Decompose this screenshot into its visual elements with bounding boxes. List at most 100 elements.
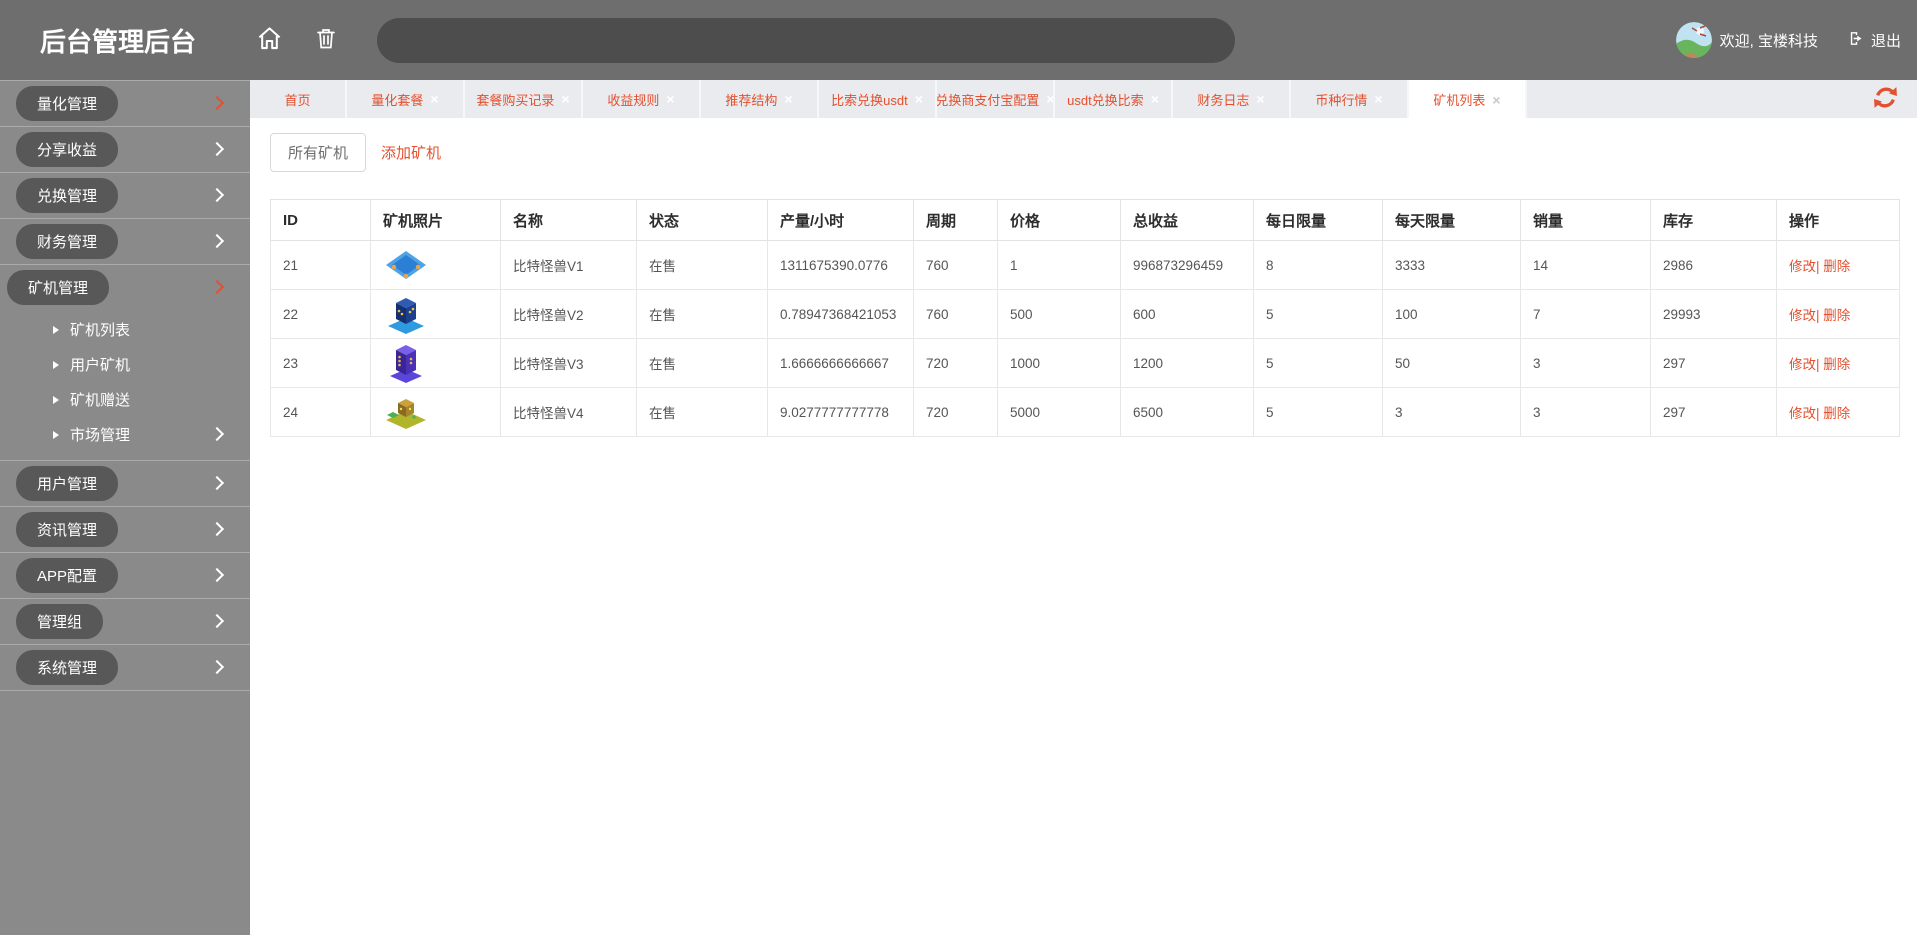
sidebar-item: 分享收益 xyxy=(0,126,250,172)
tab-item[interactable]: 财务日志 × xyxy=(1173,80,1291,118)
trash-button[interactable] xyxy=(315,26,337,54)
sidebar-item: 用户管理 xyxy=(0,460,250,506)
tab-item[interactable]: 推荐结构 × xyxy=(701,80,819,118)
column-header: 名称 xyxy=(500,199,637,241)
subtab-item[interactable]: 添加矿机 xyxy=(381,134,441,171)
sidebar-item-row[interactable]: 系统管理 xyxy=(0,645,250,690)
sidebar-item-label: 财务管理 xyxy=(16,224,119,259)
tab-item[interactable]: 首页 xyxy=(250,80,347,118)
sidebar-item: 矿机管理 矿机列表 用户矿机 矿机赠送 市场管理 xyxy=(0,264,250,460)
subtab-item[interactable]: 所有矿机 xyxy=(270,133,367,172)
tab-label: 首页 xyxy=(284,92,311,108)
header: 后台管理后台 欢迎, 宝楼科技 退出 xyxy=(0,0,1917,80)
edit-link[interactable]: 修改 xyxy=(1789,357,1816,372)
sidebar: 量化管理 分享收益 兑换管理财务管理矿机管理 矿机列表 用户矿机 矿机赠送 市场管理用户管理… xyxy=(0,80,250,935)
delete-link[interactable]: 删除 xyxy=(1823,406,1850,421)
cell-cycle: 760 xyxy=(913,289,998,339)
chevron-right-icon xyxy=(209,233,225,248)
logout-icon xyxy=(1848,30,1865,51)
delete-link[interactable]: 删除 xyxy=(1823,259,1850,274)
actions-cell: 修改| 删除 xyxy=(1776,240,1900,290)
home-icon xyxy=(256,25,283,55)
logout-button[interactable]: 退出 xyxy=(1848,30,1901,51)
cell-sales: 3 xyxy=(1520,338,1651,388)
edit-link[interactable]: 修改 xyxy=(1789,308,1816,323)
sidebar-item-label: 资讯管理 xyxy=(16,512,119,547)
sidebar-item-row[interactable]: APP配置 xyxy=(0,553,250,598)
cell-name: 比特怪兽V1 xyxy=(500,240,637,290)
tab-item[interactable]: 量化套餐 × xyxy=(347,80,465,118)
table-row: 24 比特怪兽V4 在售 9.0277777777778 720 5000 6500 5 3 3 2… xyxy=(270,387,1900,437)
home-button[interactable] xyxy=(256,25,283,55)
cell-sales: 3 xyxy=(1520,387,1651,437)
sidebar-item-row[interactable]: 管理组 xyxy=(0,599,250,644)
miners-table: ID 矿机照片 名称 状态 产量/小时 周期 价格 总收益 每日限量 每天限量 销量 库存 操作 21 比… xyxy=(270,199,1900,437)
refresh-button[interactable] xyxy=(1872,85,1899,113)
tab-item[interactable]: 套餐购买记录 × xyxy=(465,80,583,118)
sidebar-subitem[interactable]: 矿机列表 xyxy=(0,312,250,347)
avatar[interactable] xyxy=(1675,22,1712,58)
column-header: 操作 xyxy=(1776,199,1900,241)
sidebar-item: 兑换管理 xyxy=(0,172,250,218)
column-header: 每天限量 xyxy=(1382,199,1521,241)
tab-close-icon[interactable]: × xyxy=(666,92,674,106)
tab-label: 矿机列表 xyxy=(1433,93,1486,108)
edit-link[interactable]: 修改 xyxy=(1789,259,1816,274)
welcome-text: 欢迎, 宝楼科技 xyxy=(1719,32,1818,50)
tab-close-icon[interactable]: × xyxy=(915,92,923,106)
tab-item[interactable]: 矿机列表 × xyxy=(1409,80,1527,119)
edit-link[interactable]: 修改 xyxy=(1789,406,1816,421)
sidebar-item-row[interactable]: 矿机管理 xyxy=(0,265,250,310)
tab-label: 兑换商支付宝配置 xyxy=(937,92,1040,108)
tab-item[interactable]: 币种行情 × xyxy=(1291,80,1409,118)
cell-status: 在售 xyxy=(636,387,768,437)
tab-item[interactable]: 比索兑换usdt × xyxy=(819,80,937,118)
sidebar-item-label: 用户管理 xyxy=(16,466,119,501)
tab-close-icon[interactable]: × xyxy=(1374,92,1382,106)
cell-total: 6500 xyxy=(1120,387,1254,437)
miner-photo-cell xyxy=(370,387,501,437)
chevron-right-icon xyxy=(209,659,225,674)
tab-item[interactable]: 收益规则 × xyxy=(583,80,701,118)
sidebar-subitem[interactable]: 矿机赠送 xyxy=(0,382,250,417)
chevron-right-icon xyxy=(209,141,225,156)
cell-id: 22 xyxy=(270,289,371,339)
cell-name: 比特怪兽V2 xyxy=(500,289,637,339)
sidebar-item-row[interactable]: 资讯管理 xyxy=(0,507,250,552)
sidebar-item-row[interactable]: 兑换管理 xyxy=(0,173,250,218)
cell-output: 1311675390.0776 xyxy=(767,240,914,290)
sidebar-item: 量化管理 xyxy=(0,80,250,126)
tab-close-icon[interactable]: × xyxy=(1256,92,1264,106)
sidebar-item-row[interactable]: 分享收益 xyxy=(0,127,250,172)
trash-icon xyxy=(315,26,337,54)
tab-close-icon[interactable]: × xyxy=(561,92,569,106)
tab-close-icon[interactable]: × xyxy=(1046,92,1053,106)
cell-daily: 5 xyxy=(1253,387,1383,437)
chevron-right-icon xyxy=(209,187,225,202)
cell-day: 3 xyxy=(1382,387,1521,437)
table-header-row: ID 矿机照片 名称 状态 产量/小时 周期 价格 总收益 每日限量 每天限量 销量 库存 操作 xyxy=(270,199,1900,241)
column-header: 产量/小时 xyxy=(767,199,914,241)
sidebar-subitem[interactable]: 市场管理 xyxy=(0,417,250,452)
header-search-input[interactable] xyxy=(377,17,1236,63)
actions-cell: 修改| 删除 xyxy=(1776,338,1900,388)
tab-close-icon[interactable]: × xyxy=(430,92,438,106)
tab-close-icon[interactable]: × xyxy=(1492,93,1500,107)
cell-daily: 5 xyxy=(1253,289,1383,339)
tab-label: 比索兑换usdt xyxy=(831,92,908,108)
tab-close-icon[interactable]: × xyxy=(784,92,792,106)
tab-item[interactable]: 兑换商支付宝配置 × xyxy=(937,80,1055,118)
cell-status: 在售 xyxy=(636,338,768,388)
tab-close-icon[interactable]: × xyxy=(1151,92,1159,106)
cell-status: 在售 xyxy=(636,240,768,290)
chevron-right-icon xyxy=(209,521,225,536)
delete-link[interactable]: 删除 xyxy=(1823,308,1850,323)
sidebar-subitem[interactable]: 用户矿机 xyxy=(0,347,250,382)
sidebar-item-row[interactable]: 用户管理 xyxy=(0,461,250,506)
delete-link[interactable]: 删除 xyxy=(1823,357,1850,372)
sidebar-item-row[interactable]: 量化管理 xyxy=(0,81,250,126)
tab-item[interactable]: usdt兑换比索 × xyxy=(1055,80,1173,118)
caret-right-icon xyxy=(53,395,59,404)
miner-photo-image xyxy=(383,342,488,384)
sidebar-item-row[interactable]: 财务管理 xyxy=(0,219,250,264)
